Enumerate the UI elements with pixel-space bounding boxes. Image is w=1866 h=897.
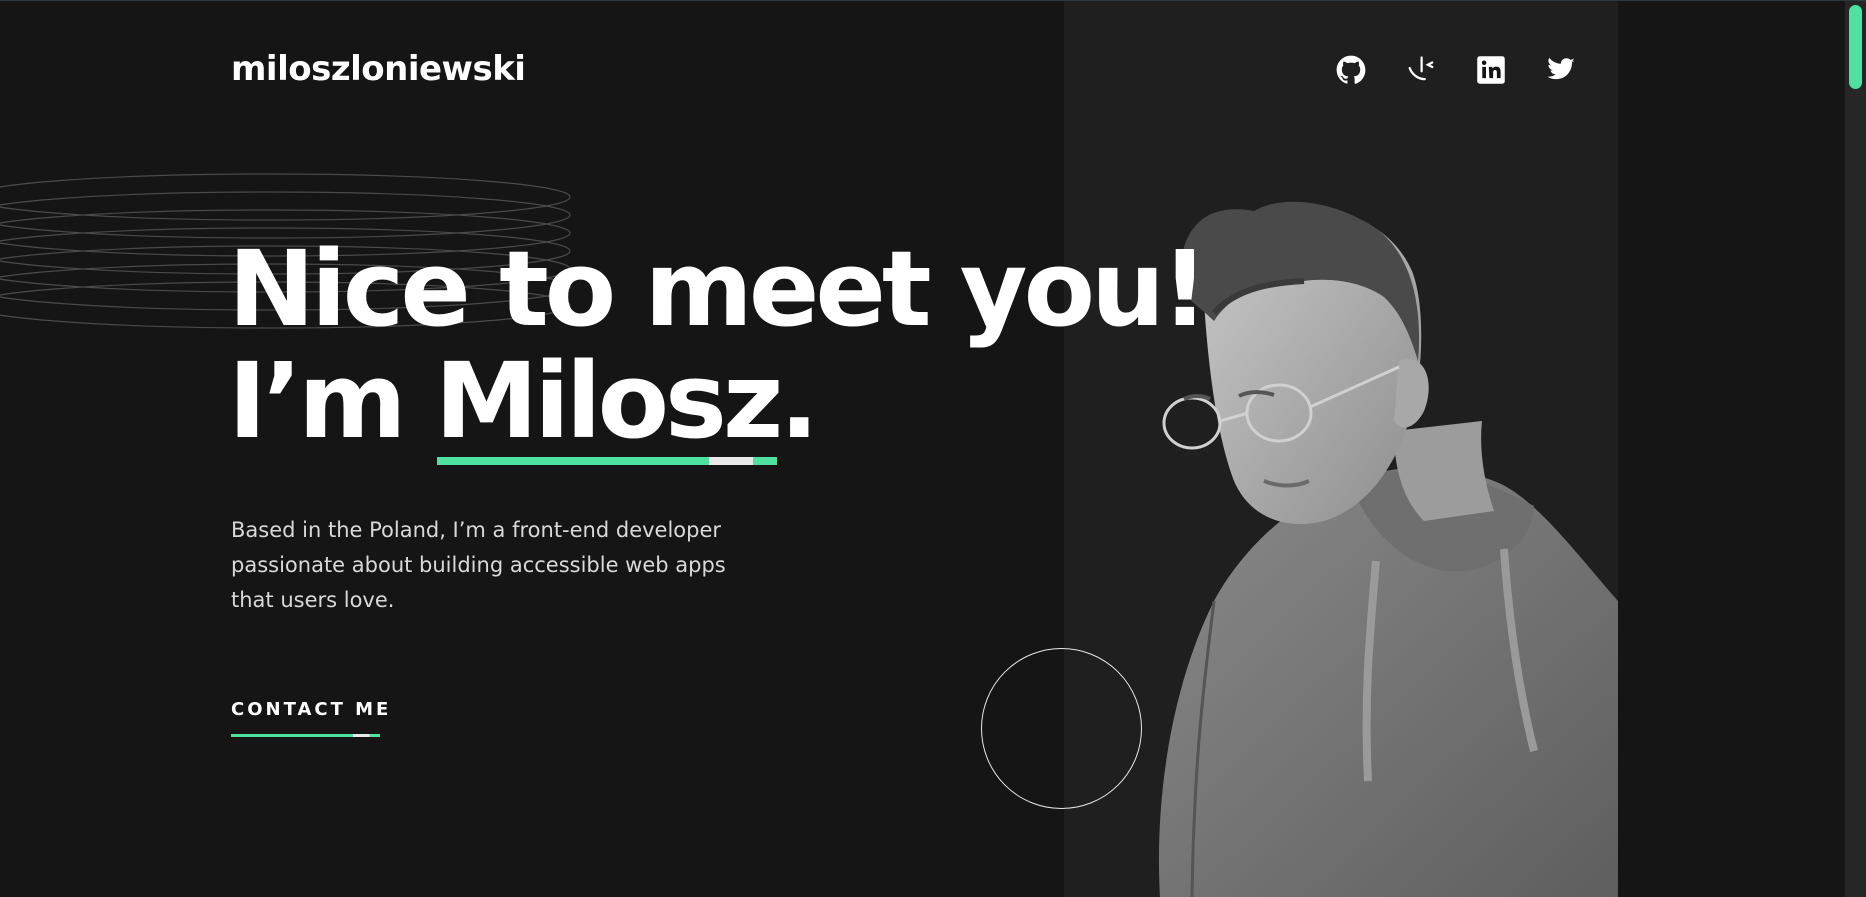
- intro-line-1: Based in the Poland, I’m a front-end dev…: [231, 518, 722, 542]
- headline-suffix: .: [779, 340, 818, 462]
- contact-me-label: CONTACT ME: [231, 699, 392, 720]
- headline-name: Milosz: [435, 345, 783, 465]
- scrollbar[interactable]: [1845, 1, 1866, 897]
- linkedin-link[interactable]: [1476, 55, 1506, 85]
- social-links: [1336, 55, 1576, 85]
- headline-line-1: Nice to meet you!: [228, 228, 1209, 350]
- github-icon: [1336, 55, 1366, 84]
- twitter-link[interactable]: [1546, 55, 1576, 85]
- headline-name-text: Milosz: [434, 340, 784, 462]
- contact-me-button[interactable]: CONTACT ME: [231, 699, 391, 737]
- portfolio-page: miloszloniewski Nice to meet you! I’m Mi…: [0, 0, 1866, 897]
- frontend-mentor-link[interactable]: [1406, 55, 1436, 85]
- intro-text: Based in the Poland, I’m a front-end dev…: [231, 513, 791, 618]
- twitter-icon: [1547, 57, 1575, 80]
- intro-line-2: passionate about building accessible web…: [231, 553, 726, 577]
- decorative-circle: [981, 648, 1142, 809]
- headline-line-2: I’m Milosz.: [228, 345, 1205, 465]
- intro-line-3: that users love.: [231, 588, 395, 612]
- site-logo[interactable]: miloszloniewski: [231, 49, 526, 89]
- linkedin-icon: [1477, 56, 1505, 84]
- name-underline: [436, 457, 778, 465]
- hero-headline: Nice to meet you! I’m Milosz.: [228, 228, 1209, 465]
- contact-underline: [231, 734, 380, 737]
- github-link[interactable]: [1336, 55, 1366, 85]
- scrollbar-thumb[interactable]: [1849, 5, 1862, 89]
- frontend-mentor-icon: [1408, 56, 1434, 81]
- headline-prefix: I’m: [228, 340, 435, 462]
